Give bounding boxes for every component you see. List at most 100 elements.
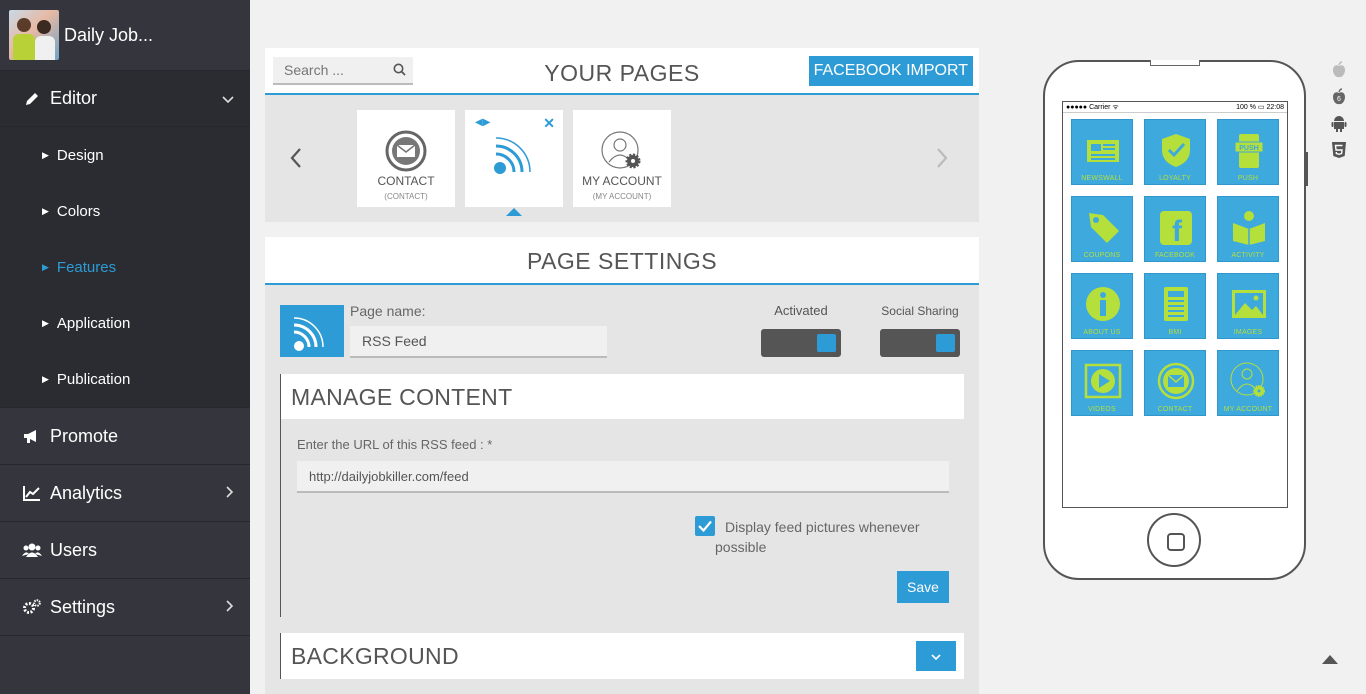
feed-pictures-label[interactable]: Display feed pictures whenever possible [715,517,935,557]
nav-promote[interactable]: Promote [0,408,250,465]
carousel-prev-icon[interactable] [289,147,303,175]
tile-label: CONTACT [1157,406,1193,413]
phone-screen: ●●●●● Carrier ᯤ 100 % ▭ 22:08 NEWSWALL L… [1062,101,1288,508]
tile-images[interactable]: IMAGES [1217,273,1279,339]
carousel-next-icon[interactable] [935,147,949,175]
sidebar-item-colors[interactable]: ▶ Colors [0,183,250,239]
sidebar-item-label: Features [56,258,117,276]
page-card-my-account[interactable]: MY ACCOUNT (MY ACCOUNT) [573,110,671,207]
toggle-knob [817,334,836,352]
background-header[interactable]: BACKGROUND [280,633,964,679]
apple-icon[interactable] [1330,61,1348,79]
checkmark-icon [698,520,712,533]
social-sharing-label: Social Sharing [881,304,959,318]
your-pages-panel: YOUR PAGES FACEBOOK IMPORT CONTACT (CONT… [265,48,979,222]
play-icon [1084,363,1122,399]
activated-toggle[interactable] [761,329,841,357]
app-header[interactable]: Daily Job... [0,0,250,71]
page-settings-title: PAGE SETTINGS [265,237,979,285]
tile-label: BMI [1168,329,1182,336]
tile-activity[interactable]: ACTIVITY [1217,196,1279,262]
tile-contact[interactable]: CONTACT [1144,350,1206,416]
svg-text:6: 6 [1337,96,1341,103]
pencil-icon [22,89,42,109]
rss-url-input[interactable] [297,461,949,493]
tile-label: VIDEOS [1088,406,1116,413]
feed-pictures-checkbox[interactable] [695,516,715,536]
manage-content-title: MANAGE CONTENT [291,384,513,410]
phone-home-button[interactable] [1147,513,1201,567]
shield-check-icon [1162,134,1190,167]
move-arrows-icon[interactable]: ◀▶ [475,117,490,128]
tile-coupons[interactable]: COUPONS [1071,196,1133,262]
toggle-knob [936,334,955,352]
megaphone-icon [22,426,42,446]
page-settings-body: Page name: Activated Social Sharing MANA… [265,285,979,694]
users-icon [22,540,42,560]
nav-settings[interactable]: Settings [0,579,250,636]
close-icon[interactable]: ✕ [543,115,555,132]
phone-status-bar: ●●●●● Carrier ᯤ 100 % ▭ 22:08 [1063,102,1287,113]
search-icon[interactable] [393,63,406,76]
push-icon: PUSH [1234,134,1264,168]
tag-icon [1089,213,1119,243]
nav-analytics[interactable]: Analytics [0,465,250,522]
android-icon[interactable] [1330,114,1348,132]
rss-icon [293,317,324,351]
phone-preview: ●●●●● Carrier ᯤ 100 % ▭ 22:08 NEWSWALL L… [1043,60,1308,580]
phone-speaker [1150,60,1200,66]
chevron-right-icon [226,599,234,615]
nav-editor[interactable]: Editor [0,71,250,127]
save-button[interactable]: Save [897,571,949,603]
sidebar-item-design[interactable]: ▶ Design [0,127,250,183]
tile-bmi[interactable]: BMI [1144,273,1206,339]
nav-users[interactable]: Users [0,522,250,579]
sidebar-item-publication[interactable]: ▶ Publication [0,351,250,407]
your-pages-header: YOUR PAGES FACEBOOK IMPORT [265,48,979,95]
facebook-icon: f [1160,211,1192,247]
html5-icon[interactable] [1330,141,1348,159]
caret-right-icon: ▶ [42,373,49,384]
tile-label: FACEBOOK [1154,252,1196,259]
page-name-input[interactable] [350,326,607,358]
sidebar-item-features[interactable]: ▶ Features [0,239,250,295]
page-card-sublabel: (CONTACT) [384,192,428,201]
background-expand-button[interactable] [916,641,956,671]
tile-loyalty[interactable]: LOYALTY [1144,119,1206,185]
search-input[interactable] [273,57,383,83]
nav-settings-label: Settings [50,596,116,617]
tile-push[interactable]: PUSH PUSH [1217,119,1279,185]
phone-side-button [1305,152,1308,186]
page-card-rss[interactable]: ◀▶ ✕ [465,110,563,216]
page-name-label: Page name: [350,303,426,319]
sidebar-item-application[interactable]: ▶ Application [0,295,250,351]
calculator-icon [1164,287,1188,321]
facebook-import-button[interactable]: FACEBOOK IMPORT [808,56,973,86]
scroll-to-top-icon[interactable] [1322,655,1338,664]
newspaper-icon [1087,140,1119,162]
app-avatar [9,10,59,60]
caret-right-icon: ▶ [42,317,49,328]
tile-my-account[interactable]: MY ACCOUNT [1217,350,1279,416]
tile-videos[interactable]: VIDEOS [1071,350,1133,416]
social-sharing-toggle[interactable] [880,329,960,357]
nav-analytics-label: Analytics [50,482,123,503]
nav-promote-label: Promote [50,425,119,446]
tile-label: ABOUT US [1083,329,1121,336]
tile-facebook[interactable]: f FACEBOOK [1144,196,1206,262]
chart-line-icon [22,483,42,503]
tile-about-us[interactable]: ABOUT US [1071,273,1133,339]
sidebar-item-label: Publication [56,370,131,388]
pages-carousel: CONTACT (CONTACT) ◀▶ ✕ MY ACCOUNT (MY AC… [265,95,979,220]
rss-page-icon [280,305,344,357]
page-card-contact[interactable]: CONTACT (CONTACT) [357,110,455,207]
image-icon [1232,290,1266,318]
nav-users-label: Users [50,539,98,560]
tile-label: LOYALTY [1159,175,1191,182]
tile-label: COUPONS [1083,252,1121,259]
apple-ios6-icon[interactable]: 6 [1330,88,1348,106]
tile-label: ACTIVITY [1231,252,1265,259]
manage-content-header[interactable]: MANAGE CONTENT [280,374,964,419]
tile-newswall[interactable]: NEWSWALL [1071,119,1133,185]
status-battery-time: 100 % ▭ 22:08 [1236,104,1284,111]
